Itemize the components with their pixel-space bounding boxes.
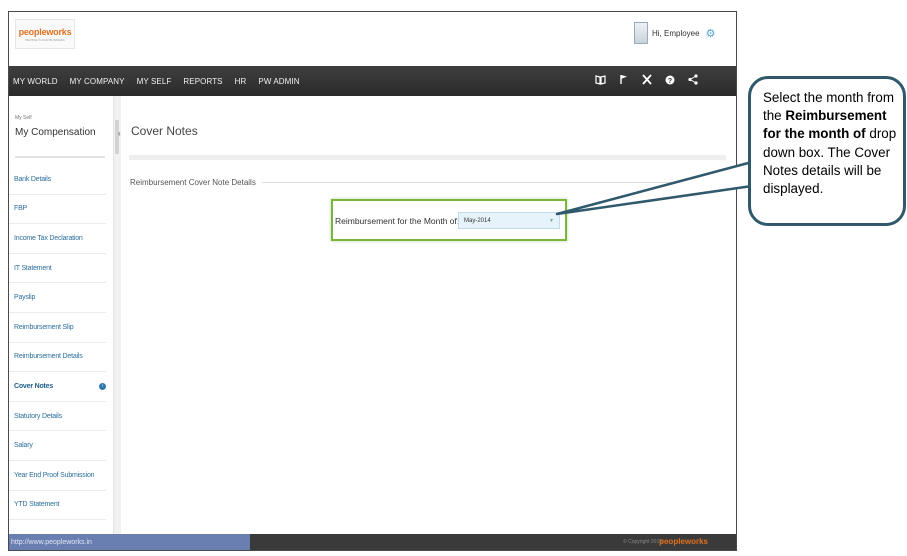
instruction-callout: Select the month from the Reimbursement … bbox=[748, 76, 906, 226]
